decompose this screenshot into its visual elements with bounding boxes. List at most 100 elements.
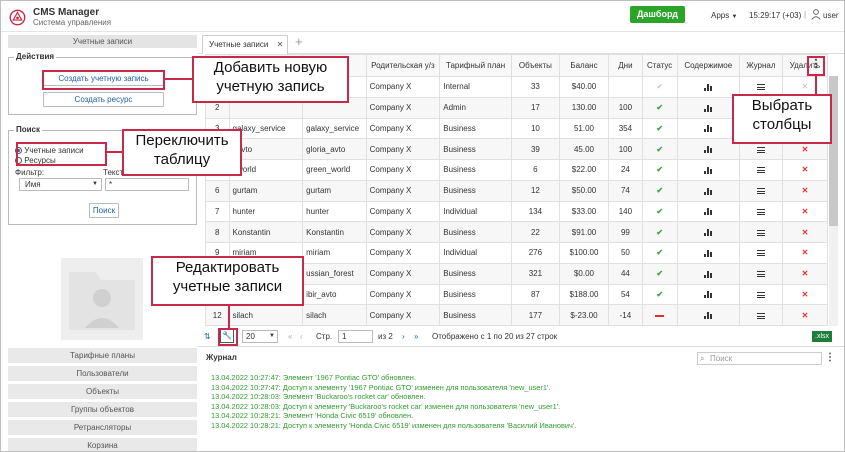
user-name[interactable]: user xyxy=(823,11,839,20)
parent-account: Company X xyxy=(365,117,441,140)
table-row[interactable]: 7 hunter hunter Company X Individual 134 $33.0… xyxy=(205,200,829,223)
balance: 130.00 xyxy=(558,96,610,119)
left-nav-item[interactable]: Тарифные планы xyxy=(8,348,197,363)
close-icon[interactable]: ✕ xyxy=(277,40,284,49)
account-login: green_world xyxy=(302,159,367,181)
billing-plan: Business xyxy=(439,179,512,202)
log-list-icon[interactable] xyxy=(738,159,783,181)
folder-user-icon xyxy=(69,272,135,330)
billing-plan: Business xyxy=(439,283,512,306)
parent-account: Company X xyxy=(365,221,441,243)
row-number: 12 xyxy=(205,304,230,326)
status-active-icon: ✔ xyxy=(641,242,678,264)
app-subtitle: Система управления xyxy=(33,18,112,27)
content-chart-icon[interactable] xyxy=(676,283,740,306)
sort-icon[interactable]: ⇅ xyxy=(204,332,211,341)
log-list-icon[interactable] xyxy=(738,262,783,285)
objects-count: 321 xyxy=(510,262,560,285)
tab-accounts[interactable]: Учетные записи ✕ xyxy=(202,35,288,54)
left-nav-item[interactable]: Объекты xyxy=(8,384,197,399)
content-chart-icon[interactable] xyxy=(676,76,740,98)
content-chart-icon[interactable] xyxy=(676,242,740,264)
add-tab-button[interactable]: + xyxy=(295,34,303,49)
log-list-icon[interactable] xyxy=(738,179,783,202)
column-header[interactable]: Тарифный план xyxy=(439,54,512,77)
delete-icon[interactable]: ✕ xyxy=(781,179,829,202)
log-list-icon[interactable] xyxy=(738,242,783,264)
dashboard-button[interactable]: Дашборд xyxy=(630,6,685,23)
account-login: galaxy_service xyxy=(302,117,367,140)
delete-icon[interactable]: ✕ xyxy=(781,262,829,285)
page-size-value: 20 xyxy=(246,332,255,341)
actions-legend: Действия xyxy=(14,52,57,61)
parent-account: Company X xyxy=(365,96,441,119)
content-chart-icon[interactable] xyxy=(676,200,740,223)
account-login: ussian_forest xyxy=(302,262,367,285)
account-login: gloria_avto xyxy=(302,138,367,160)
content-chart-icon[interactable] xyxy=(676,262,740,285)
delete-icon[interactable]: ✕ xyxy=(781,221,829,243)
delete-icon[interactable]: ✕ xyxy=(781,159,829,181)
log-search-input[interactable]: ⌕ Поиск xyxy=(697,352,822,365)
table-row[interactable]: 8 Konstantin Konstantin Company X Business 22… xyxy=(205,221,829,243)
column-header[interactable]: Дни xyxy=(608,54,643,77)
chevron-down-icon: ▼ xyxy=(92,181,98,187)
left-nav-item[interactable]: Ретрансляторы xyxy=(8,420,197,435)
delete-icon[interactable]: ✕ xyxy=(781,200,829,223)
first-page-icon[interactable]: « xyxy=(288,332,292,341)
column-header[interactable]: Баланс xyxy=(558,54,610,77)
create-resource-button[interactable]: Создать ресурс xyxy=(43,92,164,107)
left-nav-item[interactable]: Корзина xyxy=(8,438,197,451)
table-row[interactable]: 5_worldgreen_worldCompany XBusiness6$22.… xyxy=(205,159,829,181)
table-row[interactable]: 6 gurtam gurtam Company X Business 12 $50.00 74… xyxy=(205,179,829,202)
page-input[interactable]: 1 xyxy=(338,330,373,343)
filter-select[interactable]: Имя ▼ xyxy=(19,178,102,191)
search-button[interactable]: Поиск xyxy=(89,203,119,218)
export-xlsx-button[interactable]: .xlsx xyxy=(812,331,832,342)
balance: 45.00 xyxy=(558,138,610,160)
log-list-icon[interactable] xyxy=(738,221,783,243)
last-page-icon[interactable]: » xyxy=(414,332,418,341)
content-chart-icon[interactable] xyxy=(676,159,740,181)
apps-menu[interactable]: Apps ▼ xyxy=(711,11,737,20)
delete-icon[interactable]: ✕ xyxy=(781,283,829,306)
content-chart-icon[interactable] xyxy=(676,304,740,326)
log-list-icon[interactable] xyxy=(738,304,783,326)
text-input[interactable]: * xyxy=(105,178,189,191)
tab-accounts-label: Учетные записи xyxy=(209,40,269,49)
log-list-icon[interactable] xyxy=(738,283,783,306)
content-chart-icon[interactable] xyxy=(676,179,740,202)
column-header[interactable]: Родительская у/з xyxy=(365,54,441,77)
parent-account: Company X xyxy=(365,76,441,98)
column-header[interactable]: Журнал xyxy=(738,54,783,77)
status-active-icon: ✔ xyxy=(641,262,678,285)
chevron-down-icon: ▼ xyxy=(269,333,275,339)
account-login: ibir_avto xyxy=(302,283,367,306)
content-chart-icon[interactable] xyxy=(676,138,740,160)
delete-icon[interactable]: ✕ xyxy=(781,242,829,264)
callout-line-add xyxy=(165,78,193,80)
log-list-icon[interactable] xyxy=(738,200,783,223)
column-header[interactable]: Объекты xyxy=(510,54,560,77)
content-chart-icon[interactable] xyxy=(676,96,740,119)
left-nav-item[interactable]: Группы объектов xyxy=(8,402,197,417)
prev-page-icon[interactable]: ‹ xyxy=(300,332,303,341)
table-row[interactable]: 12 silach silach Company X Business 177 $-23.0… xyxy=(205,304,829,326)
page-size-select[interactable]: 20 ▼ xyxy=(242,330,278,343)
content-chart-icon[interactable] xyxy=(676,221,740,243)
balance: $91.00 xyxy=(558,221,610,243)
objects-count: 12 xyxy=(510,179,560,202)
page-of-label: из 2 xyxy=(378,332,393,341)
delete-icon[interactable]: ✕ xyxy=(781,304,829,326)
user-icon xyxy=(811,9,821,20)
parent-account: Company X xyxy=(365,138,441,160)
next-page-icon[interactable]: › xyxy=(402,332,405,341)
column-header[interactable]: Содержимое xyxy=(676,54,740,77)
cms-logo-icon xyxy=(9,9,26,26)
log-menu-icon[interactable]: ⋮ xyxy=(825,352,835,363)
content-chart-icon[interactable] xyxy=(676,117,740,140)
billing-plan: Business xyxy=(439,221,512,243)
log-line: 13.04.2022 10:28:03: Элемент 'Buckaroo's… xyxy=(211,392,426,402)
left-nav-item[interactable]: Пользователи xyxy=(8,366,197,381)
column-header[interactable]: Статус xyxy=(641,54,678,77)
